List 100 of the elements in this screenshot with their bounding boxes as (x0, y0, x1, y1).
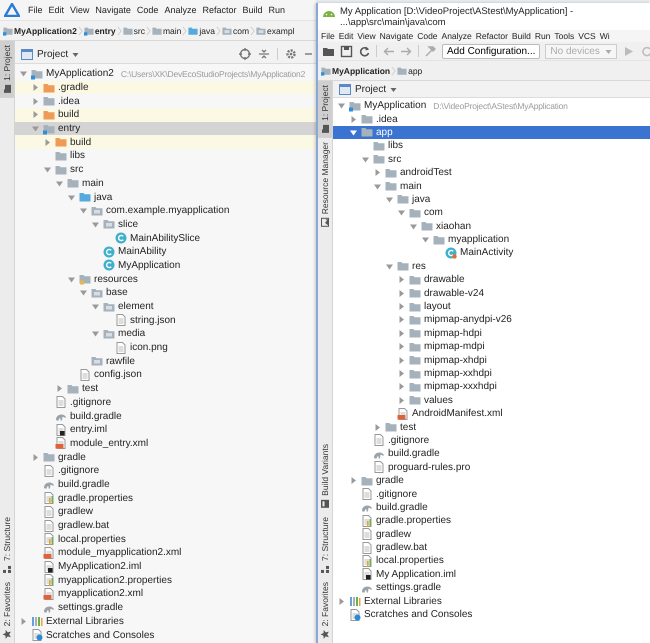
breadcrumb[interactable]: src (122, 26, 145, 36)
caret-icon[interactable] (337, 101, 346, 110)
caret-icon[interactable] (55, 384, 64, 394)
tree-item[interactable]: gradle (333, 474, 650, 488)
tree-item[interactable]: src (333, 152, 650, 166)
tool-window-tab[interactable]: 1: Project (0, 41, 14, 98)
breadcrumb[interactable]: app (397, 66, 422, 76)
tree-item[interactable]: gradle (15, 450, 316, 464)
breadcrumb[interactable]: MyApplication2 (3, 26, 77, 36)
tree-item[interactable]: drawable-v24 (333, 286, 650, 300)
caret-icon[interactable] (397, 275, 406, 284)
tree-item[interactable]: java (333, 192, 650, 206)
tree-item[interactable]: resources (15, 272, 316, 286)
caret-icon[interactable] (397, 356, 406, 365)
tree-item[interactable]: Scratches and Consoles (333, 608, 650, 622)
caret-icon[interactable] (67, 192, 76, 202)
save-icon[interactable] (340, 44, 353, 58)
tree-item[interactable]: settings.gradle (333, 581, 650, 594)
tree-item[interactable]: gradlew (15, 505, 316, 519)
caret-icon[interactable] (397, 328, 406, 338)
caret-icon[interactable] (31, 452, 40, 462)
tree-item[interactable]: MyApplication2.iml (15, 560, 316, 574)
tree-item[interactable]: media (15, 327, 316, 341)
breadcrumb[interactable]: entry (84, 26, 116, 36)
tree-item[interactable]: gradlew.bat (333, 540, 650, 554)
locate-icon[interactable] (239, 48, 251, 60)
caret-icon[interactable] (55, 178, 64, 188)
tree-item[interactable]: gradle.properties (15, 491, 316, 505)
tree-item[interactable]: com (333, 206, 650, 220)
view-dropdown[interactable]: Project (19, 48, 82, 60)
caret-icon[interactable] (385, 194, 394, 204)
forward-arrow-icon[interactable] (400, 44, 413, 58)
back-arrow-icon[interactable] (382, 44, 395, 58)
rerun-icon[interactable] (640, 44, 650, 58)
tree-item[interactable]: com.example.myapplication (15, 204, 316, 218)
caret-icon[interactable] (19, 616, 28, 626)
tree-item[interactable]: proguard-rules.pro (333, 460, 650, 474)
tree-item[interactable]: mipmap-mdpi (333, 340, 650, 354)
tree-item[interactable]: mipmap-anydpi-v26 (333, 313, 650, 327)
collapse-all-icon[interactable] (258, 48, 270, 60)
caret-icon[interactable] (397, 208, 406, 218)
caret-icon[interactable] (373, 168, 382, 178)
tree-item[interactable]: .gradle (15, 80, 316, 94)
caret-icon[interactable] (373, 422, 382, 432)
caret-icon[interactable] (91, 329, 100, 338)
tree-item[interactable]: My Application.iml (333, 568, 650, 582)
tree-item[interactable]: slice (15, 218, 316, 232)
tree-item[interactable]: myapplication2.properties (15, 573, 316, 588)
hammer-icon[interactable] (424, 44, 437, 58)
caret-icon[interactable] (397, 315, 406, 324)
menu-item[interactable]: Refactor (476, 31, 508, 41)
tree-item[interactable]: gradlew.bat (15, 518, 316, 532)
caret-icon[interactable] (373, 182, 382, 191)
caret-icon[interactable] (349, 114, 358, 124)
tree-item[interactable]: mipmap-hdpi (333, 326, 650, 340)
sync-icon[interactable] (358, 44, 371, 58)
menu-item[interactable]: Run (534, 31, 550, 41)
menu-item[interactable]: Build (242, 5, 262, 15)
tree-item[interactable]: entry.iml (15, 422, 316, 437)
tree-item[interactable]: gradle.properties (333, 514, 650, 528)
tree-item[interactable]: local.properties (15, 532, 316, 546)
menu-item[interactable]: View (357, 31, 376, 41)
tree-item[interactable]: local.properties (333, 554, 650, 568)
tree-item[interactable]: .gitignore (333, 487, 650, 501)
tree-item[interactable]: test (333, 420, 650, 434)
tree-item[interactable]: test (15, 382, 316, 396)
tree-item[interactable]: build (15, 108, 316, 122)
caret-icon[interactable] (91, 302, 100, 312)
tree-item[interactable]: androidTest (333, 166, 650, 180)
tree-item[interactable]: build.gradle (333, 447, 650, 461)
tool-window-tab[interactable]: Resource Manager (318, 138, 332, 232)
tree-item[interactable]: xiaohan (333, 220, 650, 233)
caret-icon[interactable] (31, 110, 40, 120)
menu-item[interactable]: View (70, 5, 90, 15)
caret-icon[interactable] (31, 83, 40, 92)
caret-icon[interactable] (337, 596, 346, 606)
caret-icon[interactable] (67, 274, 76, 284)
logo-icon[interactable] (4, 3, 20, 17)
tool-window-tab[interactable]: 2: Favorites (318, 578, 332, 643)
menu-item[interactable]: Tools (554, 31, 574, 41)
tree-item[interactable]: External Libraries (333, 594, 650, 608)
settings-icon[interactable] (285, 48, 297, 60)
menu-item[interactable]: Code (136, 5, 158, 15)
tree-item[interactable]: .idea (333, 112, 650, 126)
caret-icon[interactable] (397, 302, 406, 312)
tree-item[interactable]: element (15, 300, 316, 314)
tree-item[interactable]: .idea (15, 94, 316, 108)
tree-item[interactable]: layout (333, 300, 650, 314)
tree-item[interactable]: MyApplication2 C:\Users\XK\DevEcoStudioProjects\MyApplication2 (15, 67, 316, 81)
breadcrumb[interactable]: exampl (256, 26, 294, 36)
caret-icon[interactable] (349, 128, 358, 137)
menu-item[interactable]: Run (268, 5, 286, 15)
caret-icon[interactable] (397, 369, 406, 378)
tree-item[interactable]: MyApplication D:\VideoProject\AStest\MyApplication (333, 99, 650, 112)
tree-item[interactable]: app (333, 126, 650, 140)
tree-item[interactable]: .gitignore (333, 434, 650, 448)
caret-icon[interactable] (397, 288, 406, 298)
menu-item[interactable]: Edit (48, 5, 64, 15)
caret-icon[interactable] (349, 476, 358, 486)
menu-item[interactable]: Wi (600, 31, 610, 41)
